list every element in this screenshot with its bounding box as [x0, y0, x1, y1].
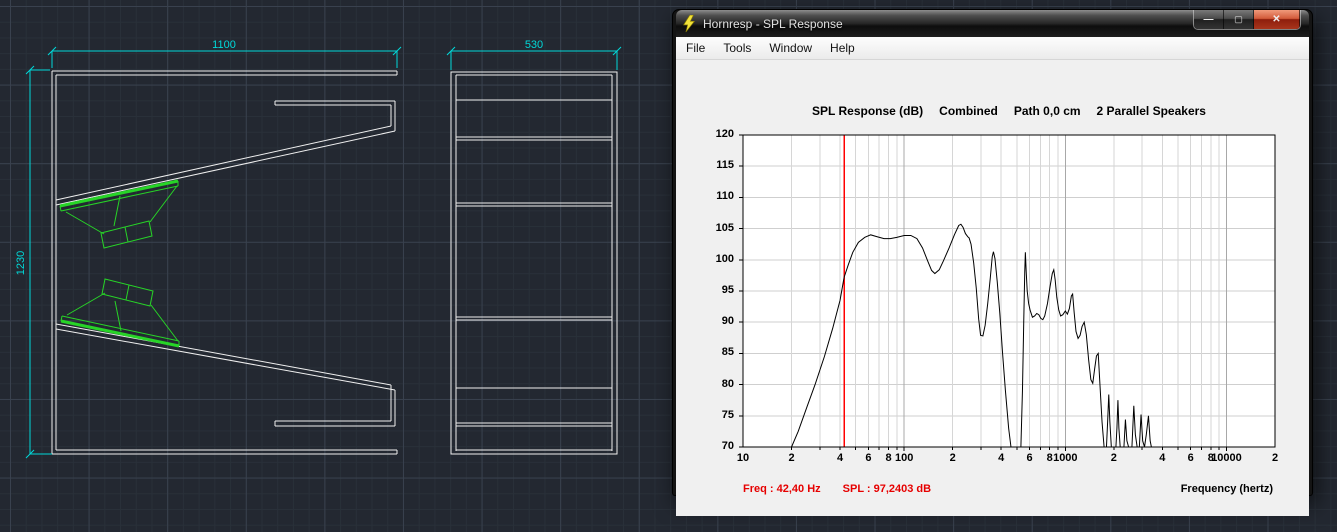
x-tick-label: 10000	[1211, 452, 1242, 464]
y-tick-label: 115	[700, 159, 734, 171]
x-tick-label: 1000	[1053, 452, 1077, 464]
dimension-label-width-front: 530	[525, 39, 543, 51]
y-tick-label: 100	[700, 253, 734, 265]
plot-area[interactable]	[735, 134, 1280, 457]
spl-response-plot[interactable]	[735, 134, 1280, 452]
dimension-label-width-side: 1100	[212, 39, 236, 51]
front-view	[451, 72, 617, 454]
x-tick-label: 6	[1188, 452, 1194, 464]
x-tick-label: 4	[1159, 452, 1165, 464]
x-tick-label: 4	[998, 452, 1004, 464]
minimize-button[interactable]: —	[1194, 10, 1224, 29]
menu-item-window[interactable]: Window	[761, 41, 820, 55]
menubar: File Tools Window Help	[676, 37, 1309, 60]
x-tick-label: 4	[837, 452, 843, 464]
x-tick-label: 8	[1047, 452, 1053, 464]
x-tick-label: 2	[1272, 452, 1278, 464]
x-tick-label: 2	[1111, 452, 1117, 464]
maximize-icon: ▢	[1234, 14, 1243, 25]
chart-client-area: SPL Response (dB) Combined Path 0,0 cm 2…	[676, 60, 1309, 516]
chart-title-response: SPL Response (dB)	[812, 104, 923, 118]
minimize-icon: —	[1204, 14, 1214, 25]
y-tick-label: 80	[700, 378, 734, 390]
x-tick-label: 6	[865, 452, 871, 464]
chart-title-path: Path 0,0 cm	[1014, 104, 1081, 118]
y-tick-label: 110	[700, 190, 734, 202]
dimension-lines	[26, 47, 621, 458]
window-title: Hornresp - SPL Response	[703, 17, 843, 31]
lightning-icon	[681, 15, 697, 33]
y-tick-label: 75	[700, 409, 734, 421]
x-tick-label: 2	[950, 452, 956, 464]
maximize-button[interactable]: ▢	[1224, 10, 1254, 29]
menu-item-file[interactable]: File	[678, 41, 713, 55]
close-icon: ✕	[1272, 14, 1280, 25]
dimension-label-height: 1230	[15, 251, 27, 275]
x-axis-title: Frequency (hertz)	[1181, 483, 1273, 495]
y-tick-label: 105	[700, 222, 734, 234]
y-tick-label: 120	[700, 128, 734, 140]
y-tick-label: 95	[700, 284, 734, 296]
titlebar[interactable]: Hornresp - SPL Response — ▢ ✕	[676, 10, 1309, 37]
menu-item-tools[interactable]: Tools	[715, 41, 759, 55]
y-tick-label: 90	[700, 315, 734, 327]
spl-readout: SPL : 97,2403 dB	[843, 483, 931, 495]
hornresp-window: Hornresp - SPL Response — ▢ ✕ File Tools…	[672, 9, 1313, 496]
caption-buttons: — ▢ ✕	[1193, 10, 1301, 30]
y-tick-label: 70	[700, 440, 734, 452]
freq-readout: Freq : 42,40 Hz	[743, 483, 821, 495]
x-tick-label: 2	[788, 452, 794, 464]
y-tick-label: 85	[700, 346, 734, 358]
chart-title: SPL Response (dB) Combined Path 0,0 cm 2…	[743, 104, 1275, 118]
close-button[interactable]: ✕	[1254, 10, 1300, 29]
x-tick-label: 6	[1027, 452, 1033, 464]
cursor-readouts: Freq : 42,40 Hz SPL : 97,2403 dB	[743, 483, 931, 495]
x-tick-label: 10	[737, 452, 749, 464]
x-tick-label: 8	[885, 452, 891, 464]
x-tick-label: 100	[895, 452, 913, 464]
side-view	[52, 71, 397, 454]
menu-item-help[interactable]: Help	[822, 41, 863, 55]
chart-title-mode: Combined	[939, 104, 998, 118]
chart-title-speakers: 2 Parallel Speakers	[1097, 104, 1206, 118]
